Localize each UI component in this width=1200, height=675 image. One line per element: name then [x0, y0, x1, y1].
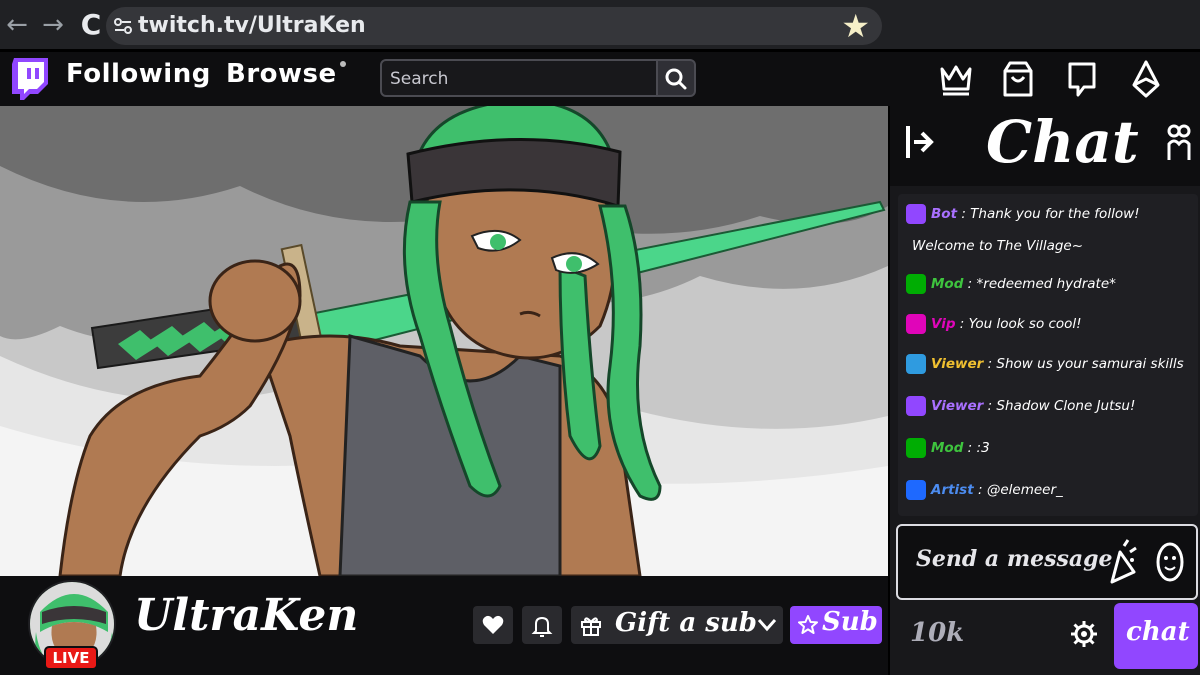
bag-icon[interactable] [1000, 59, 1036, 99]
gift-sub-button[interactable]: Gift a sub [571, 606, 783, 644]
twitch-logo-icon[interactable] [10, 56, 50, 100]
speech-bubble-icon[interactable] [1064, 59, 1100, 99]
gift-icon [581, 617, 601, 636]
chat-text: Shadow Clone Jutsu! [996, 398, 1136, 414]
heart-icon [482, 615, 504, 634]
star-outline-icon [798, 615, 818, 634]
gift-badge-icon [906, 396, 926, 416]
chat-message: Mod : :3 [906, 438, 990, 458]
chat-text: :3 [976, 440, 990, 456]
gear-icon[interactable] [1070, 620, 1098, 648]
sword-badge-icon [906, 438, 926, 458]
chat-username[interactable]: Mod [931, 440, 963, 456]
chevron-down-icon[interactable] [757, 618, 777, 632]
chat-message: Welcome to The Village~ [912, 238, 1083, 254]
chat-message: Artist : @elemeer_ [906, 480, 1063, 500]
bell-icon [531, 616, 553, 637]
nav-browse[interactable]: Browse [226, 59, 337, 89]
chat-input[interactable]: Send a message [896, 524, 1198, 600]
chat-username[interactable]: Mod [931, 276, 963, 292]
chat-text: Thank you for the follow! [970, 206, 1140, 222]
channel-name[interactable]: UltraKen [134, 590, 358, 641]
gift-sub-label: Gift a sub [615, 608, 757, 638]
tune-icon[interactable] [114, 18, 132, 34]
chat-text: *redeemed hydrate* [976, 276, 1116, 292]
crown-badge-icon [906, 354, 926, 374]
sword-badge-icon [906, 274, 926, 294]
chat-text: Show us your samurai skills [996, 356, 1184, 372]
verified-badge-icon [906, 204, 926, 224]
search-button[interactable] [658, 59, 696, 97]
notifications-button[interactable] [522, 606, 562, 644]
chat-username[interactable]: Bot [931, 206, 957, 222]
chat-message: Vip : You look so cool! [906, 314, 1082, 334]
chat-title: Chat [986, 108, 1139, 176]
brush-badge-icon [906, 480, 926, 500]
chat-text: You look so cool! [968, 316, 1082, 332]
crown-icon[interactable] [938, 59, 974, 99]
video-player[interactable] [0, 106, 888, 576]
chat-panel: Chat Bot : Thank you for the follow! Wel… [888, 106, 1200, 675]
star-icon[interactable]: ★ [841, 9, 870, 43]
chat-message: Viewer : Shadow Clone Jutsu! [906, 396, 1135, 416]
channel-points[interactable]: 10k [910, 618, 964, 648]
chat-header: Chat [890, 106, 1200, 186]
channel-info-bar: LIVE UltraKen Gift a sub Sub [0, 576, 888, 675]
nav-following[interactable]: Following [66, 59, 211, 89]
chat-input-placeholder: Send a message [916, 546, 1113, 572]
chat-messages: Bot : Thank you for the follow! Welcome … [898, 194, 1198, 516]
chat-message: Bot : Thank you for the follow! [906, 204, 1140, 224]
stream-video-artwork [0, 106, 888, 576]
chat-text: Welcome to The Village~ [912, 238, 1084, 254]
smiley-icon[interactable] [1156, 540, 1184, 584]
subscribe-button[interactable]: Sub [790, 606, 882, 644]
bits-icon[interactable] [1128, 59, 1164, 99]
chat-message: Viewer : Show us your samurai skills [906, 354, 1184, 374]
diamond-badge-icon [906, 314, 926, 334]
search-icon [665, 68, 687, 90]
live-badge: LIVE [44, 646, 98, 670]
chat-username[interactable]: Artist [931, 482, 974, 498]
more-dot[interactable] [340, 61, 346, 67]
chat-text: @elemeer_ [986, 482, 1063, 498]
follow-button[interactable] [473, 606, 513, 644]
send-chat-button[interactable]: chat [1114, 603, 1198, 669]
url-text[interactable]: twitch.tv/UltraKen [138, 13, 366, 38]
collapse-arrow-icon[interactable] [904, 122, 934, 162]
chat-username[interactable]: Viewer [931, 398, 983, 414]
chat-username[interactable]: Viewer [931, 356, 983, 372]
browser-toolbar: ← → C twitch.tv/UltraKen ★ [0, 0, 1200, 52]
subscribe-label: Sub [822, 607, 878, 637]
chat-username[interactable]: Vip [931, 316, 956, 332]
arrow-left-icon[interactable]: ← [4, 12, 30, 38]
search-placeholder: Search [390, 69, 449, 89]
users-icon[interactable] [1166, 122, 1192, 164]
address-bar[interactable]: twitch.tv/UltraKen ★ [106, 7, 882, 45]
party-popper-icon[interactable] [1108, 538, 1138, 586]
send-chat-label: chat [1126, 617, 1190, 647]
top-nav: Following Browse Search [0, 55, 1200, 105]
reload-icon[interactable]: C [78, 10, 104, 40]
arrow-right-icon[interactable]: → [40, 12, 66, 38]
chat-message: Mod : *redeemed hydrate* [906, 274, 1116, 294]
search-input[interactable]: Search [380, 59, 658, 97]
